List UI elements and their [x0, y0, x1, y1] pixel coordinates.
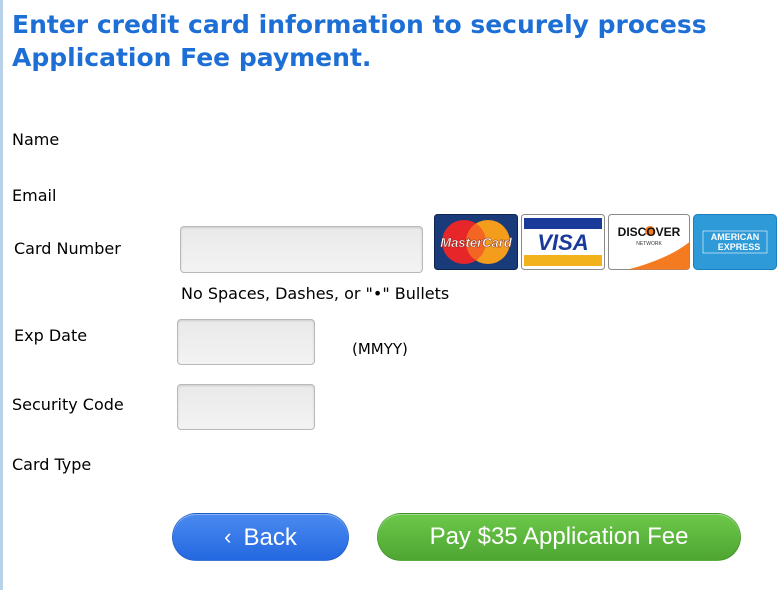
exp-date-format-hint: (MMYY) [352, 340, 408, 358]
mastercard-text: MasterCard [440, 235, 513, 250]
card-number-label: Card Number [14, 239, 121, 258]
card-number-hint: No Spaces, Dashes, or "•" Bullets [181, 284, 450, 303]
discover-text: DISCOVER [618, 225, 681, 239]
name-label: Name [12, 130, 60, 149]
chevron-left-icon: ‹ [224, 524, 232, 549]
pay-application-fee-button[interactable]: Pay $35 Application Fee [377, 513, 741, 561]
pay-button-label: Pay $35 Application Fee [429, 523, 689, 550]
visa-logo: VISA [521, 214, 605, 270]
card-number-input[interactable] [180, 226, 423, 273]
payment-page: Enter credit card information to securel… [0, 0, 781, 590]
mastercard-logo: MasterCard [434, 214, 518, 270]
discover-logo: DISCOVER NETWORK [608, 214, 690, 270]
security-code-input[interactable] [177, 384, 315, 430]
exp-date-input[interactable] [177, 319, 315, 365]
amex-line2-text: EXPRESS [718, 242, 761, 252]
amex-logo: AMERICAN EXPRESS [693, 214, 777, 270]
visa-text: VISA [537, 230, 588, 255]
page-title: Enter credit card information to securel… [12, 10, 707, 72]
security-code-label: Security Code [12, 395, 124, 414]
card-type-label: Card Type [12, 455, 92, 474]
discover-network-text: NETWORK [636, 241, 662, 247]
back-button[interactable]: ‹ Back [172, 513, 349, 561]
amex-line1-text: AMERICAN [711, 232, 760, 242]
email-label: Email [12, 186, 57, 205]
back-button-label: Back [243, 524, 297, 551]
exp-date-label: Exp Date [14, 326, 88, 345]
